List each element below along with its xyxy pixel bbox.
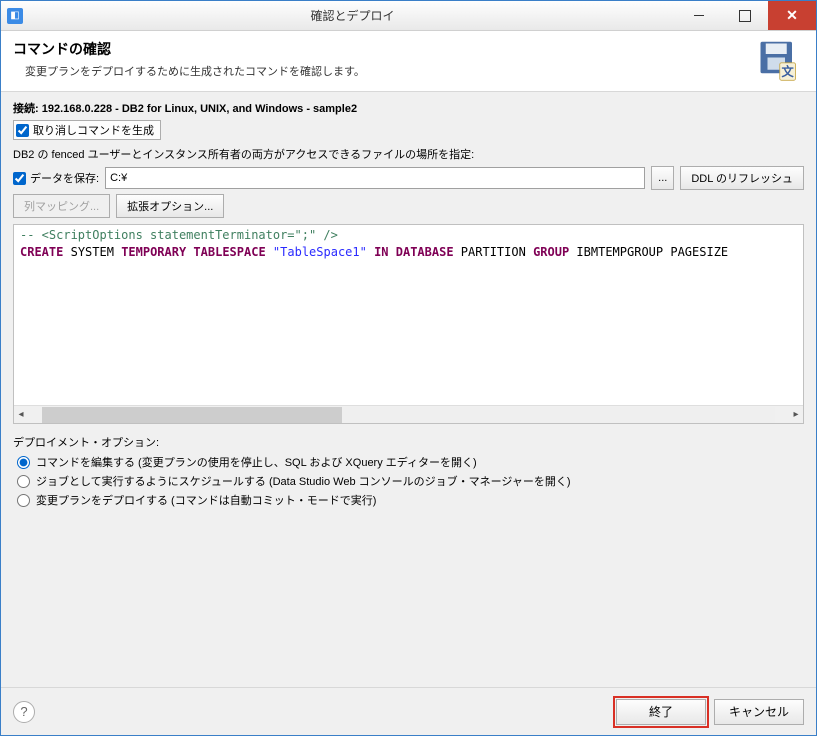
extended-options-button[interactable]: 拡張オプション... <box>116 194 224 218</box>
radio-schedule-label: ジョブとして実行するようにスケジュールする (Data Studio Web コ… <box>36 473 571 489</box>
fenced-path-label: DB2 の fenced ユーザーとインスタンス所有者の両方がアクセスできるファ… <box>13 146 804 162</box>
titlebar: ◧ 確認とデプロイ <box>1 1 816 31</box>
app-icon: ◧ <box>7 8 23 24</box>
radio-schedule-input[interactable] <box>17 475 30 488</box>
radio-deploy-input[interactable] <box>17 494 30 507</box>
kw-group: GROUP <box>533 245 569 259</box>
kw-temp-tablespace: TEMPORARY TABLESPACE <box>121 245 266 259</box>
horizontal-scrollbar[interactable]: ◂ ▸ <box>14 405 803 423</box>
deployment-options: デプロイメント・オプション: コマンドを編集する (変更プランの使用を停止し、S… <box>13 434 804 511</box>
wizard-footer: ? 終了 キャンセル <box>1 687 816 735</box>
kw-create: CREATE <box>20 245 63 259</box>
scroll-left-icon[interactable]: ◂ <box>14 407 28 423</box>
radio-edit-commands[interactable]: コマンドを編集する (変更プランの使用を停止し、SQL および XQuery エ… <box>17 454 804 470</box>
radio-deploy-plan[interactable]: 変更プランをデプロイする (コマンドは自動コミット・モードで実行) <box>17 492 804 508</box>
browse-button[interactable]: ... <box>651 166 674 190</box>
save-data-checkbox[interactable]: データを保存: <box>13 170 99 186</box>
close-button[interactable] <box>768 1 816 30</box>
save-data-label: データを保存: <box>30 170 99 186</box>
radio-edit-input[interactable] <box>17 456 30 469</box>
undo-generate-input[interactable] <box>16 124 29 137</box>
sql-text[interactable]: -- <ScriptOptions statementTerminator=";… <box>14 225 803 405</box>
kw-partition: PARTITION <box>461 245 526 259</box>
save-deploy-icon: 文 <box>756 39 800 83</box>
undo-generate-label: 取り消しコマンドを生成 <box>33 122 154 138</box>
svg-text:文: 文 <box>782 64 795 79</box>
code-comment: -- <ScriptOptions statementTerminator=";… <box>20 228 338 242</box>
save-data-input[interactable] <box>13 172 26 185</box>
minimize-button[interactable] <box>676 1 722 30</box>
window-title: 確認とデプロイ <box>29 7 676 24</box>
kw-rest: IBMTEMPGROUP PAGESIZE <box>576 245 728 259</box>
path-input[interactable] <box>105 167 645 189</box>
column-mapping-button: 列マッピング... <box>13 194 110 218</box>
kw-in-database: IN DATABASE <box>374 245 453 259</box>
finish-button[interactable]: 終了 <box>616 699 706 725</box>
scroll-track[interactable] <box>42 407 775 423</box>
kw-system: SYSTEM <box>71 245 114 259</box>
tablespace-name: "TableSpace1" <box>273 245 367 259</box>
deployment-options-title: デプロイメント・オプション: <box>13 434 804 450</box>
ddl-refresh-button[interactable]: DDL のリフレッシュ <box>680 166 804 190</box>
scroll-right-icon[interactable]: ▸ <box>789 407 803 423</box>
cancel-button[interactable]: キャンセル <box>714 699 804 725</box>
radio-edit-label: コマンドを編集する (変更プランの使用を停止し、SQL および XQuery エ… <box>36 454 477 470</box>
connection-prefix: 接続: <box>13 103 42 115</box>
undo-generate-checkbox[interactable]: 取り消しコマンドを生成 <box>13 120 161 140</box>
connection-value: 192.168.0.228 - DB2 for Linux, UNIX, and… <box>42 103 357 115</box>
scroll-thumb[interactable] <box>42 407 342 423</box>
radio-schedule-job[interactable]: ジョブとして実行するようにスケジュールする (Data Studio Web コ… <box>17 473 804 489</box>
page-title: コマンドの確認 <box>13 39 756 59</box>
sql-preview: -- <ScriptOptions statementTerminator=";… <box>13 224 804 424</box>
maximize-button[interactable] <box>722 1 768 30</box>
page-subtitle: 変更プランをデプロイするために生成されたコマンドを確認します。 <box>25 63 756 79</box>
connection-label: 接続: 192.168.0.228 - DB2 for Linux, UNIX,… <box>13 100 804 116</box>
help-icon[interactable]: ? <box>13 701 35 723</box>
radio-deploy-label: 変更プランをデプロイする (コマンドは自動コミット・モードで実行) <box>36 492 376 508</box>
wizard-header: コマンドの確認 変更プランをデプロイするために生成されたコマンドを確認します。 … <box>1 31 816 91</box>
